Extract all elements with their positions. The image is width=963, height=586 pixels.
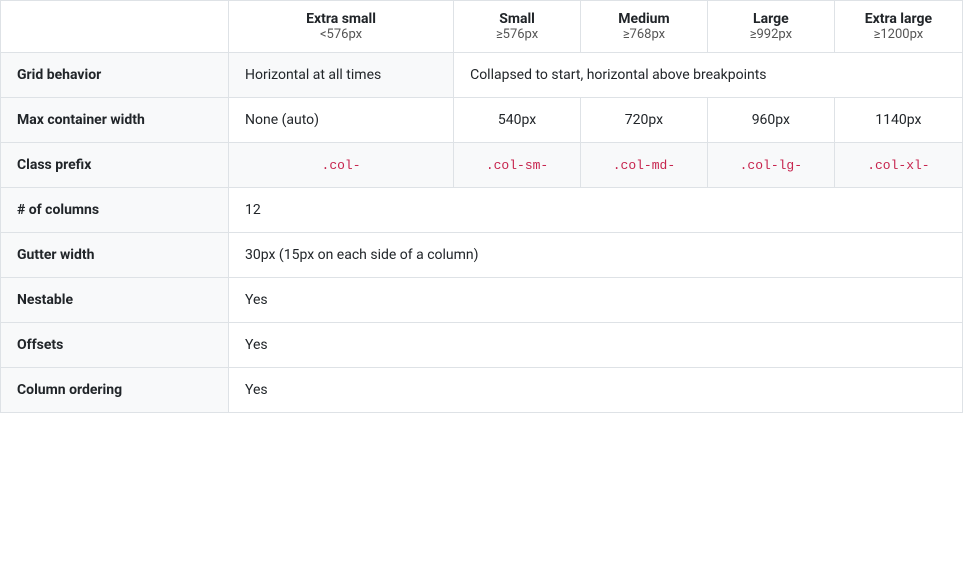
row-grid-behavior-col1: Horizontal at all times xyxy=(229,53,454,98)
row-label-column-ordering: Column ordering xyxy=(1,368,229,413)
row-class-prefix-xs: .col- xyxy=(229,143,454,188)
row-label-num-columns: # of columns xyxy=(1,188,229,233)
grid-table-wrapper: Extra small <576px Small ≥576px Medium ≥… xyxy=(0,0,963,413)
row-class-prefix-xl: .col-xl- xyxy=(834,143,962,188)
row-grid-behavior-col2: Collapsed to start, horizontal above bre… xyxy=(454,53,963,98)
row-label-offsets: Offsets xyxy=(1,323,229,368)
row-gutter-width-value: 30px (15px on each side of a column) xyxy=(229,233,963,278)
header-extra-small: Extra small <576px xyxy=(229,1,454,53)
row-grid-behavior: Grid behavior Horizontal at all times Co… xyxy=(1,53,963,98)
header-extra-large: Extra large ≥1200px xyxy=(834,1,962,53)
row-nestable: Nestable Yes xyxy=(1,278,963,323)
row-class-prefix: Class prefix .col- .col-sm- .col-md- .co… xyxy=(1,143,963,188)
header-large: Large ≥992px xyxy=(707,1,834,53)
row-column-ordering-value: Yes xyxy=(229,368,963,413)
header-small: Small ≥576px xyxy=(454,1,581,53)
row-nestable-value: Yes xyxy=(229,278,963,323)
header-empty xyxy=(1,1,229,53)
row-num-columns: # of columns 12 xyxy=(1,188,963,233)
row-offsets: Offsets Yes xyxy=(1,323,963,368)
row-label-max-container-width: Max container width xyxy=(1,98,229,143)
grid-table: Extra small <576px Small ≥576px Medium ≥… xyxy=(0,0,963,413)
header-medium: Medium ≥768px xyxy=(580,1,707,53)
row-label-nestable: Nestable xyxy=(1,278,229,323)
row-class-prefix-md: .col-md- xyxy=(580,143,707,188)
row-max-container-sm: 540px xyxy=(454,98,581,143)
row-label-class-prefix: Class prefix xyxy=(1,143,229,188)
row-max-container-xl: 1140px xyxy=(834,98,962,143)
row-max-container-xs: None (auto) xyxy=(229,98,454,143)
row-class-prefix-lg: .col-lg- xyxy=(707,143,834,188)
row-max-container-lg: 960px xyxy=(707,98,834,143)
row-gutter-width: Gutter width 30px (15px on each side of … xyxy=(1,233,963,278)
row-num-columns-value: 12 xyxy=(229,188,963,233)
row-column-ordering: Column ordering Yes xyxy=(1,368,963,413)
row-class-prefix-sm: .col-sm- xyxy=(454,143,581,188)
row-max-container-md: 720px xyxy=(580,98,707,143)
row-max-container-width: Max container width None (auto) 540px 72… xyxy=(1,98,963,143)
table-header-row: Extra small <576px Small ≥576px Medium ≥… xyxy=(1,1,963,53)
row-label-grid-behavior: Grid behavior xyxy=(1,53,229,98)
row-label-gutter-width: Gutter width xyxy=(1,233,229,278)
row-offsets-value: Yes xyxy=(229,323,963,368)
